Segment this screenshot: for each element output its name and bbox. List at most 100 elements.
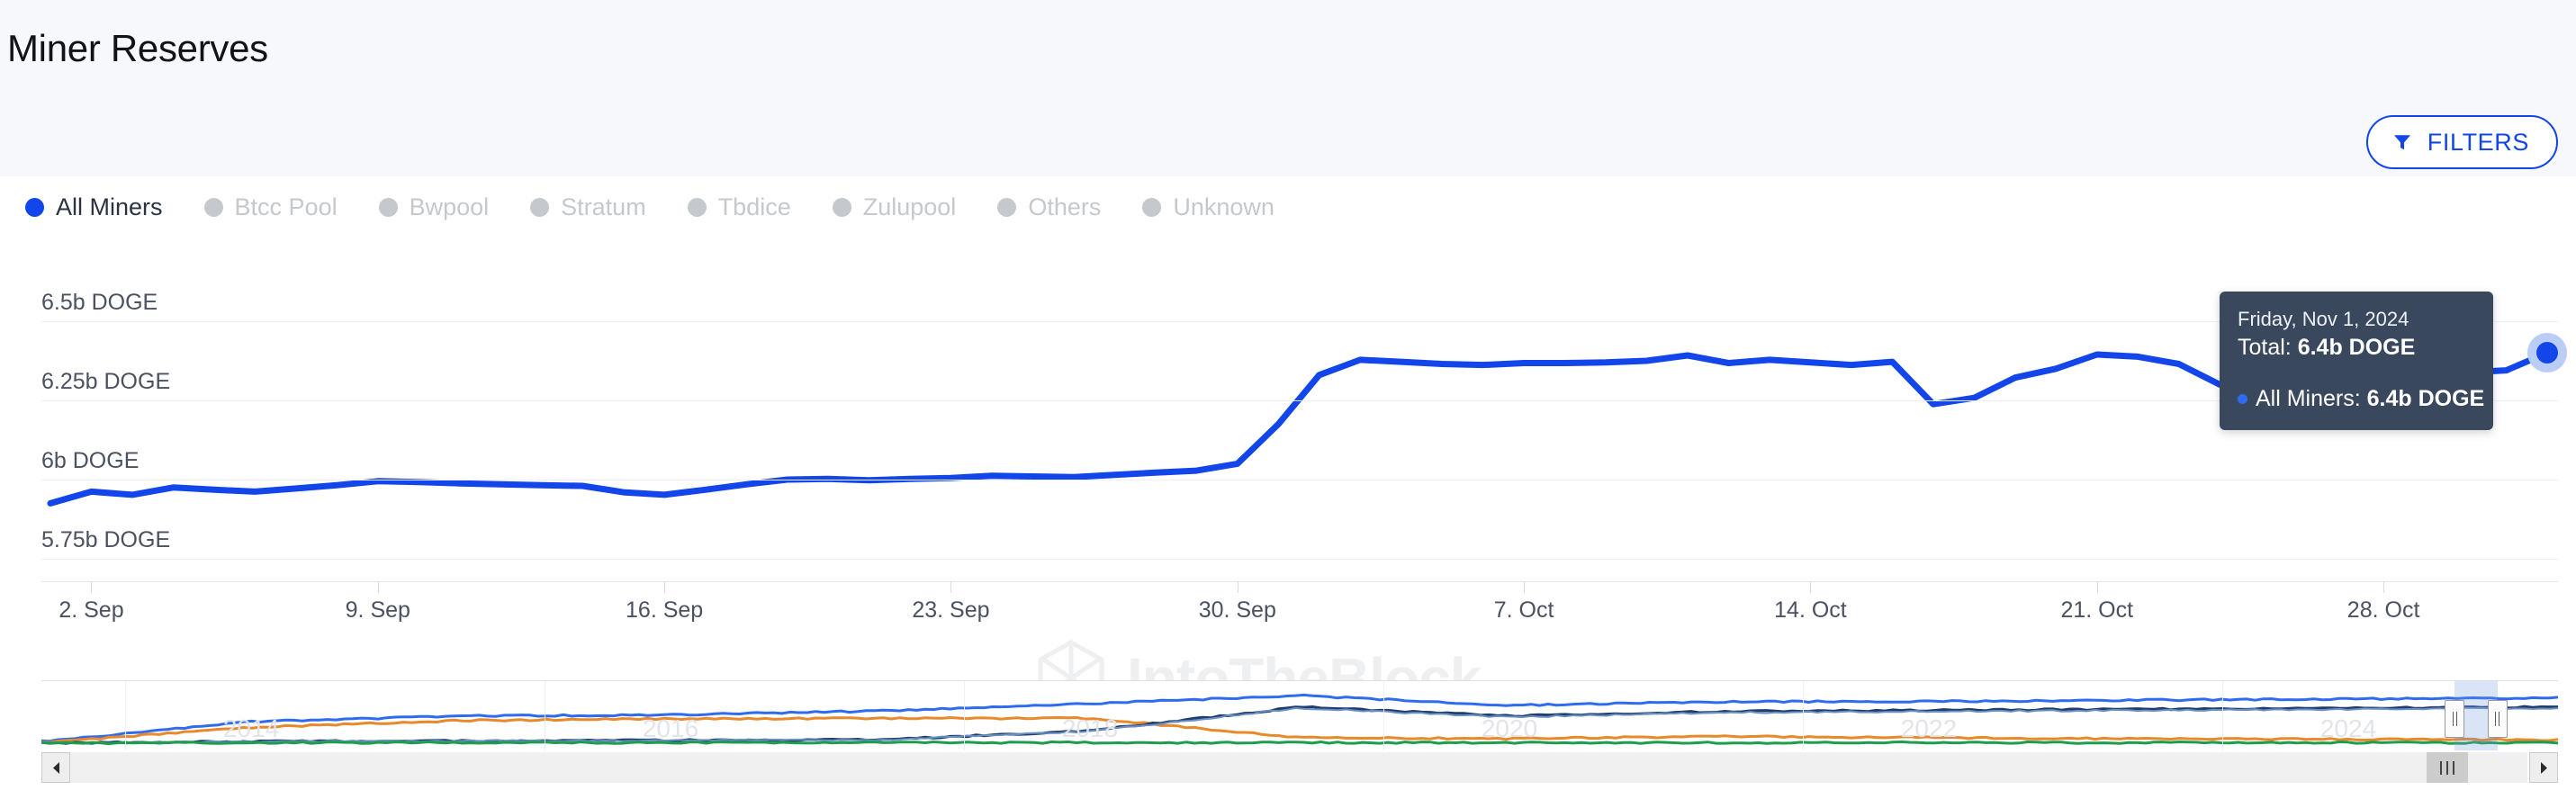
y-axis-label: 6b DOGE: [41, 448, 140, 473]
y-axis-label: 5.75b DOGE: [41, 527, 171, 552]
page-title: Miner Reserves: [7, 27, 268, 69]
scroll-right-button[interactable]: [2529, 752, 2558, 783]
tooltip-total-label: Total:: [2238, 334, 2298, 360]
legend-item-label: Others: [1028, 193, 1102, 220]
y-axis-label: 6.5b DOGE: [41, 290, 158, 315]
scroll-left-button[interactable]: [41, 752, 70, 783]
funnel-icon: [2393, 135, 2410, 150]
grip-icon: [2452, 712, 2454, 726]
navigator-year-separator: [1803, 681, 1804, 750]
tooltip-series-value: 6.4b DOGE: [2366, 386, 2485, 412]
legend-item-label: Unknown: [1173, 193, 1274, 220]
navigator-year-label: 2024: [2319, 714, 2377, 742]
x-axis-label: 14. Oct: [1774, 597, 1847, 623]
tooltip-total: Total: 6.4b DOGE: [2238, 333, 2475, 364]
legend-dot-icon: [832, 197, 851, 217]
series-legend: All Miners Btcc Pool Bwpool Stratum Tbdice Zu…: [25, 184, 1316, 230]
tooltip-series-row: All Miners: 6.4b DOGE: [2238, 386, 2484, 412]
legend-item-others[interactable]: Others: [997, 193, 1101, 221]
gridline: [41, 559, 2558, 560]
grip-icon: [2453, 760, 2455, 775]
navigator-year-separator: [1383, 681, 1384, 750]
filters-button[interactable]: FILTERS: [2365, 115, 2558, 169]
navigator-year-label: 2018: [1061, 714, 1119, 742]
tooltip-series-dot-icon: [2238, 394, 2247, 405]
grip-icon: [2440, 760, 2443, 775]
legend-dot-icon: [25, 197, 44, 217]
x-axis-tick: [664, 581, 666, 593]
x-axis-tick: [2383, 581, 2385, 593]
caret-right-icon: [2540, 761, 2547, 774]
legend-item-unknown[interactable]: Unknown: [1142, 193, 1274, 221]
x-axis-label: 9. Sep: [345, 597, 410, 623]
scrollbar-track[interactable]: [70, 752, 2527, 783]
legend-item-label: Btcc Pool: [234, 193, 338, 220]
tooltip-series: All Miners: 6.4b DOGE: [2256, 386, 2484, 412]
legend-item-tbdice[interactable]: Tbdice: [687, 193, 791, 221]
x-axis-tick: [950, 581, 952, 593]
y-axis-label: 6.25b DOGE: [41, 369, 171, 394]
chart-tooltip: Friday, Nov 1, 2024 Total: 6.4b DOGE All…: [2220, 292, 2493, 431]
navigator-series-line: [41, 716, 2558, 744]
legend-dot-icon: [1142, 197, 1162, 217]
page-header: Miner Reserves FILTERS: [0, 0, 2576, 176]
caret-left-icon: [52, 761, 59, 774]
legend-dot-icon: [203, 197, 223, 217]
x-axis-tick: [377, 581, 379, 593]
navigator-scrollbar[interactable]: [41, 752, 2558, 783]
navigator-year-label: 2014: [222, 714, 280, 742]
filters-button-label: FILTERS: [2427, 128, 2529, 156]
navigator-handle-left[interactable]: [2445, 700, 2465, 738]
legend-item-all-miners[interactable]: All Miners: [25, 193, 163, 221]
x-axis-label: 23. Sep: [912, 597, 990, 623]
navigator-year-separator: [964, 681, 965, 750]
navigator-handle-right[interactable]: [2487, 700, 2508, 738]
grip-icon: [2455, 712, 2457, 726]
legend-item-label: Zulupool: [862, 193, 957, 220]
chart-plot-area: IntoTheBlock 6.5b DOGE 6.25b DOGE 6b DOGE 5…: [0, 236, 2576, 717]
x-axis-label: 28. Oct: [2346, 597, 2420, 623]
grip-icon: [2446, 760, 2449, 775]
legend-item-bwpool[interactable]: Bwpool: [378, 193, 490, 221]
x-axis-label: 21. Oct: [2060, 597, 2134, 623]
navigator-year-label: 2016: [642, 714, 699, 742]
gridline: [41, 400, 2558, 401]
legend-item-btcc-pool[interactable]: Btcc Pool: [203, 193, 338, 221]
navigator-year-label: 2022: [1900, 714, 1958, 742]
endpoint-marker[interactable]: [2536, 342, 2558, 364]
x-axis-label: 7. Oct: [1493, 597, 1554, 623]
x-axis-line: [41, 581, 2558, 582]
legend-dot-icon: [530, 197, 550, 217]
legend-item-label: All Miners: [56, 193, 163, 220]
navigator-series: [41, 693, 2558, 746]
legend-dot-icon: [687, 197, 707, 217]
tooltip-series-name: All Miners:: [2256, 386, 2367, 412]
legend-item-zulupool[interactable]: Zulupool: [832, 193, 957, 221]
chart-page: Miner Reserves FILTERS All Miners Btcc Po…: [0, 0, 2576, 799]
tooltip-date: Friday, Nov 1, 2024: [2238, 308, 2409, 330]
legend-dot-icon: [997, 197, 1017, 217]
legend-dot-icon: [378, 197, 398, 217]
navigator-year-separator: [2222, 681, 2223, 750]
range-navigator[interactable]: 2014 2016 2018 2020 2022 2024: [41, 680, 2558, 750]
navigator-series-line: [41, 741, 2558, 746]
x-axis-tick: [91, 581, 93, 593]
tooltip-total-value: 6.4b DOGE: [2297, 334, 2416, 360]
x-axis-label: 30. Sep: [1198, 597, 1276, 623]
gridline: [41, 321, 2558, 322]
legend-item-label: Tbdice: [717, 193, 791, 220]
navigator-series-line: [41, 693, 2558, 743]
navigator-year-separator: [125, 681, 126, 750]
legend-item-label: Bwpool: [409, 193, 490, 220]
navigator-year-label: 2020: [1481, 714, 1538, 742]
x-axis-label: 2. Sep: [59, 597, 124, 623]
legend-item-stratum[interactable]: Stratum: [530, 193, 646, 221]
x-axis-tick: [1524, 581, 1526, 593]
scrollbar-thumb[interactable]: [2427, 752, 2469, 783]
x-axis-label: 16. Sep: [626, 597, 704, 623]
series-all-miners: [47, 349, 2551, 507]
grip-icon: [2495, 712, 2497, 726]
x-axis-tick: [1810, 581, 1812, 593]
legend-item-label: Stratum: [561, 193, 646, 220]
x-axis-tick: [2096, 581, 2098, 593]
